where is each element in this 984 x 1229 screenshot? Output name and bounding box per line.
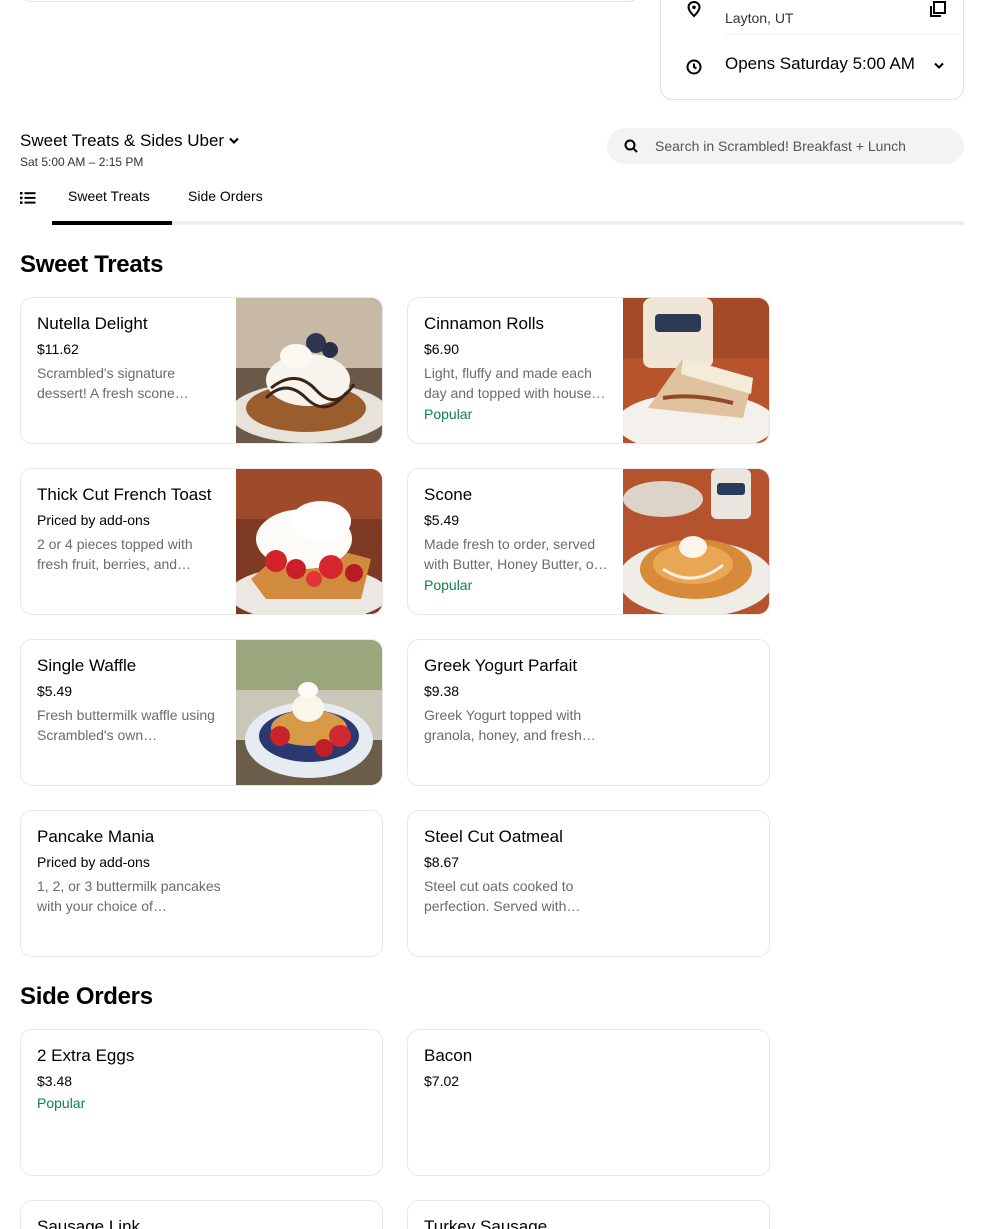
item-name: 2 Extra Eggs [37, 1046, 135, 1065]
store-location-row[interactable]: Layton, UT [661, 0, 963, 35]
popular-badge: Popular [37, 1095, 86, 1111]
chevron-down-icon [229, 137, 239, 145]
menu-hours: Sat 5:00 AM – 2:15 PM [20, 155, 144, 169]
menu-item-card[interactable]: Thick Cut French Toast Priced by add-ons… [20, 468, 383, 615]
tab-track [52, 221, 964, 225]
item-price: Priced by add-ons [37, 854, 150, 870]
category-tabs: Sweet Treats Side Orders [20, 180, 964, 225]
section-title-side-orders: Side Orders [20, 983, 153, 1010]
popular-badge: Popular [424, 577, 473, 593]
menu-item-card[interactable]: Sausage Link [20, 1200, 383, 1229]
item-name: Bacon [424, 1046, 473, 1065]
item-photo [623, 469, 769, 614]
store-info-panel: Layton, UT Opens Saturday 5:00 AM [660, 0, 964, 100]
tab-side-orders[interactable]: Side Orders [188, 188, 263, 204]
item-price: $11.62 [37, 341, 79, 357]
top-search-bar-remnant [20, 0, 640, 2]
menu-item-card[interactable]: Bacon $7.02 [407, 1029, 770, 1176]
tab-sweet-treats[interactable]: Sweet Treats [68, 188, 150, 204]
item-price: $7.02 [424, 1073, 460, 1089]
menu-search[interactable] [607, 128, 964, 164]
item-price: Priced by add-ons [37, 512, 150, 528]
item-price: $8.67 [424, 854, 460, 870]
item-price: $3.48 [37, 1073, 73, 1089]
item-photo [236, 640, 382, 785]
item-name: Pancake Mania [37, 827, 155, 846]
menu-selector[interactable]: Sweet Treats & Sides Uber [20, 131, 240, 151]
popular-badge: Popular [424, 406, 473, 422]
item-name: Scone [424, 485, 473, 504]
item-name: Sausage Link [37, 1217, 141, 1229]
menu-item-card[interactable]: Greek Yogurt Parfait $9.38 Greek Yogurt … [407, 639, 770, 786]
item-description: Fresh buttermilk waffle using Scrambled'… [37, 707, 215, 743]
item-name: Turkey Sausage [424, 1217, 548, 1229]
menu-item-card[interactable]: 2 Extra Eggs $3.48 Popular [20, 1029, 383, 1176]
item-description: 1, 2, or 3 buttermilk pancakes with your… [37, 878, 221, 914]
item-price: $5.49 [37, 683, 73, 699]
item-description: Greek Yogurt topped with granola, honey,… [424, 707, 596, 743]
chevron-down-icon[interactable] [933, 62, 945, 70]
section-title-sweet-treats: Sweet Treats [20, 251, 164, 278]
menu-item-card[interactable]: Single Waffle $5.49 Fresh buttermilk waf… [20, 639, 383, 786]
item-photo [236, 298, 382, 443]
info-divider [725, 34, 963, 35]
item-description: Made fresh to order, served with Butter,… [424, 536, 608, 572]
item-description: Steel cut oats cooked to perfection. Ser… [424, 878, 581, 914]
search-input[interactable] [655, 128, 950, 164]
item-description: 2 or 4 pieces topped with fresh fruit, b… [37, 536, 193, 572]
item-name: Single Waffle [37, 656, 137, 675]
item-name: Greek Yogurt Parfait [424, 656, 578, 675]
store-hours-status: Opens Saturday 5:00 AM [725, 54, 915, 73]
menu-item-card[interactable]: Pancake Mania Priced by add-ons 1, 2, or… [20, 810, 383, 957]
menu-item-card[interactable]: Cinnamon Rolls $6.90 Light, fluffy and m… [407, 297, 770, 444]
tab-active-indicator [52, 221, 172, 225]
menu-item-card[interactable]: Steel Cut Oatmeal $8.67 Steel cut oats c… [407, 810, 770, 957]
clock-icon [686, 59, 702, 75]
item-name: Nutella Delight [37, 314, 148, 333]
item-photo [623, 298, 769, 443]
item-name: Thick Cut French Toast [37, 485, 212, 504]
store-hours-row[interactable]: Opens Saturday 5:00 AM [661, 48, 963, 84]
menu-item-card[interactable]: Scone $5.49 Made fresh to order, served … [407, 468, 770, 615]
copy-icon[interactable] [929, 0, 947, 18]
item-price: $9.38 [424, 683, 460, 699]
item-price: $6.90 [424, 341, 460, 357]
item-description: Light, fluffy and made each day and topp… [424, 365, 606, 401]
menu-title: Sweet Treats & Sides Uber [20, 131, 225, 150]
menu-item-card[interactable]: Turkey Sausage [407, 1200, 770, 1229]
item-name: Steel Cut Oatmeal [424, 827, 563, 846]
item-price: $5.49 [424, 512, 460, 528]
item-photo [236, 469, 382, 614]
item-name: Cinnamon Rolls [424, 314, 544, 333]
location-pin-icon [687, 0, 701, 18]
menu-item-card[interactable]: Nutella Delight $11.62 Scrambled's signa… [20, 297, 383, 444]
list-icon[interactable] [20, 191, 36, 205]
search-icon [624, 139, 638, 153]
item-description: Scrambled's signature dessert! A fresh s… [37, 365, 189, 401]
store-location: Layton, UT [725, 10, 794, 26]
